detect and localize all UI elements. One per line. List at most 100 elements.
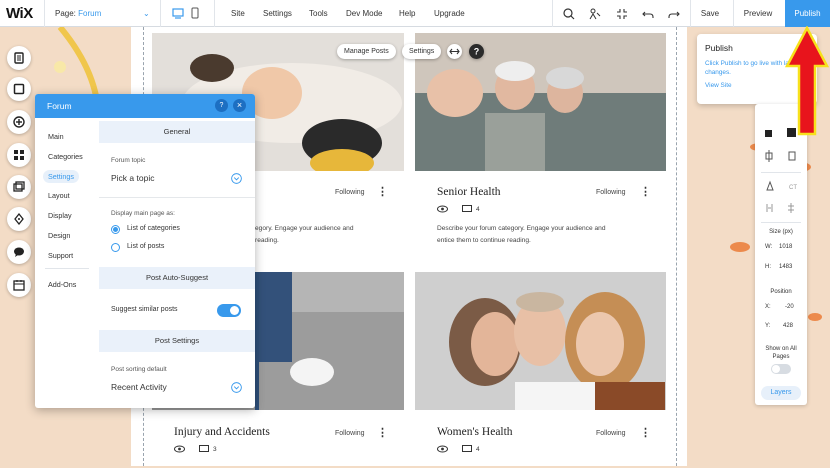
top-bar: WiX Page: Forum ⌄ Site Settings Tools De… bbox=[0, 0, 830, 27]
desktop-icon[interactable] bbox=[172, 7, 184, 19]
menu-tools[interactable]: Tools bbox=[309, 9, 328, 18]
close-icon[interactable]: × bbox=[233, 99, 246, 112]
divider bbox=[160, 0, 161, 27]
nav-support[interactable]: Support bbox=[48, 251, 73, 260]
comments-icon bbox=[199, 445, 209, 452]
chevron-down-icon[interactable] bbox=[231, 173, 242, 184]
divider bbox=[99, 197, 255, 198]
suggest-toggle[interactable] bbox=[217, 304, 241, 317]
menu-site[interactable]: Site bbox=[231, 9, 245, 18]
comments-icon bbox=[462, 445, 472, 452]
following-label[interactable]: Following bbox=[596, 189, 626, 196]
following-label[interactable]: Following bbox=[335, 430, 365, 437]
radio-list-posts[interactable] bbox=[111, 243, 120, 252]
divider bbox=[761, 172, 801, 173]
add-apps-icon[interactable] bbox=[7, 143, 31, 167]
radio-list-categories-label[interactable]: List of categories bbox=[127, 225, 180, 232]
nav-categories[interactable]: Categories bbox=[48, 152, 83, 161]
more-icon[interactable]: ⋮ bbox=[377, 426, 388, 439]
save-button[interactable]: Save bbox=[690, 0, 730, 27]
bookings-icon[interactable] bbox=[7, 273, 31, 297]
redo-icon[interactable] bbox=[667, 7, 681, 21]
nav-main[interactable]: Main bbox=[48, 132, 64, 141]
background-icon[interactable] bbox=[7, 77, 31, 101]
comment-count: 4 bbox=[476, 445, 480, 453]
menu-settings[interactable]: Settings bbox=[263, 9, 292, 18]
more-icon[interactable]: ⋮ bbox=[640, 426, 651, 439]
post-title[interactable]: Women's Health bbox=[437, 426, 513, 438]
page-selector[interactable]: Page: Forum ⌄ bbox=[55, 9, 150, 18]
svg-text:?: ? bbox=[474, 47, 480, 57]
zoom-out-icon[interactable] bbox=[615, 7, 629, 21]
panel-header: Forum ? × bbox=[35, 94, 255, 118]
menu-dev-mode[interactable]: Dev Mode bbox=[346, 9, 382, 18]
comment-count: 4 bbox=[476, 205, 480, 213]
post-title[interactable]: Injury and Accidents bbox=[174, 426, 270, 438]
more-icon[interactable]: ⋮ bbox=[640, 185, 651, 198]
match-size-icon[interactable] bbox=[765, 202, 797, 214]
suggest-label: Suggest similar posts bbox=[111, 306, 178, 313]
post-image-4[interactable] bbox=[415, 272, 666, 410]
chevron-down-icon: ⌄ bbox=[143, 9, 150, 18]
menu-help[interactable]: Help bbox=[399, 9, 415, 18]
section-general: General bbox=[99, 121, 255, 143]
size-label: Size (px) bbox=[769, 229, 793, 235]
sorting-dropdown[interactable]: Recent Activity bbox=[111, 382, 167, 392]
divider bbox=[761, 222, 801, 223]
nav-layout[interactable]: Layout bbox=[48, 191, 70, 200]
menu-upgrade[interactable]: Upgrade bbox=[434, 9, 465, 18]
width-input[interactable]: 1018 bbox=[779, 244, 792, 250]
publish-button[interactable]: Publish bbox=[785, 0, 830, 27]
views-icon bbox=[437, 205, 448, 213]
x-input[interactable]: -20 bbox=[785, 304, 794, 310]
forum-topic-dropdown[interactable]: Pick a topic bbox=[111, 173, 154, 183]
chat-icon[interactable] bbox=[7, 240, 31, 264]
post-stats: 3 bbox=[174, 445, 217, 453]
panel-title: Forum bbox=[47, 101, 72, 111]
show-all-pages-toggle[interactable] bbox=[771, 364, 791, 374]
forum-settings-panel: Forum ? × Main Categories Settings Layou… bbox=[35, 94, 255, 408]
following-label[interactable]: Following bbox=[335, 189, 365, 196]
search-icon[interactable] bbox=[562, 7, 576, 21]
height-input[interactable]: 1483 bbox=[779, 264, 792, 270]
views-icon bbox=[437, 445, 448, 453]
settings-pill-button[interactable]: Settings bbox=[402, 44, 442, 59]
undo-icon[interactable] bbox=[641, 7, 655, 21]
post-stats: 4 bbox=[437, 445, 480, 453]
distribute-icon[interactable]: CT bbox=[765, 180, 797, 192]
panel-nav: Main Categories Settings Layout Display … bbox=[35, 118, 99, 408]
y-label: Y: bbox=[765, 323, 771, 329]
layers-button[interactable]: Layers bbox=[761, 386, 801, 400]
accessibility-icon[interactable] bbox=[588, 7, 602, 21]
add-icon[interactable] bbox=[7, 110, 31, 134]
pages-icon[interactable] bbox=[7, 46, 31, 70]
display-main-label: Display main page as: bbox=[111, 210, 175, 217]
height-label: H: bbox=[765, 264, 771, 270]
manage-posts-button[interactable]: Manage Posts bbox=[337, 44, 396, 59]
nav-design[interactable]: Design bbox=[48, 231, 70, 240]
divider bbox=[552, 0, 553, 27]
nav-add-ons[interactable]: Add-Ons bbox=[48, 280, 76, 289]
radio-list-categories[interactable] bbox=[111, 225, 120, 234]
mobile-icon[interactable] bbox=[191, 7, 199, 19]
nav-display[interactable]: Display bbox=[48, 211, 72, 220]
nav-settings[interactable]: Settings bbox=[43, 170, 79, 183]
comment-count: 3 bbox=[213, 445, 217, 453]
nav-divider bbox=[45, 268, 89, 269]
help-icon[interactable]: ? bbox=[469, 44, 484, 59]
post-title[interactable]: Senior Health bbox=[437, 186, 501, 198]
wix-logo: WiX bbox=[6, 5, 33, 22]
women-photo bbox=[415, 272, 666, 410]
panel-help-icon[interactable]: ? bbox=[215, 99, 228, 112]
preview-button[interactable]: Preview bbox=[737, 0, 779, 27]
align-icon[interactable] bbox=[765, 150, 797, 162]
post-description: egory. Engage your audience and reading. bbox=[255, 225, 354, 244]
media-icon[interactable] bbox=[7, 175, 31, 199]
following-label[interactable]: Following bbox=[596, 430, 626, 437]
radio-list-posts-label[interactable]: List of posts bbox=[127, 243, 164, 250]
more-icon[interactable]: ⋮ bbox=[377, 185, 388, 198]
stretch-icon[interactable] bbox=[447, 44, 462, 59]
y-input[interactable]: 428 bbox=[783, 323, 793, 329]
blog-icon[interactable] bbox=[7, 207, 31, 231]
chevron-down-icon[interactable] bbox=[231, 382, 242, 393]
